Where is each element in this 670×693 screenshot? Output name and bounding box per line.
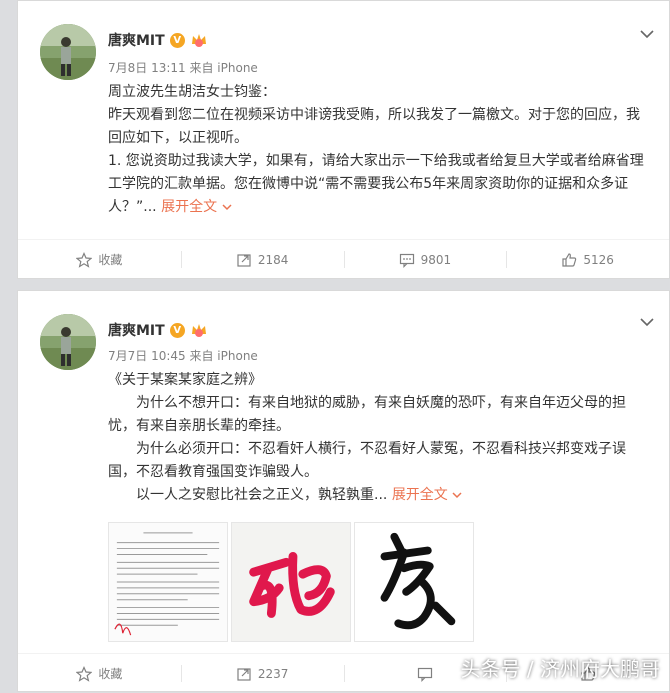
avatar[interactable]	[40, 314, 96, 370]
paragraph: 为什么不想开口：有来自地狱的威胁，有来自妖魔的恐吓，有来自年迈父母的担忧，有来自…	[108, 395, 626, 434]
author-name[interactable]: 唐爽MIT	[108, 320, 165, 340]
verified-badge-icon: V	[169, 322, 185, 338]
author-name-row: 唐爽MIT V	[108, 30, 208, 50]
member-crown-icon[interactable]	[190, 32, 208, 48]
chevron-down-icon[interactable]	[639, 316, 655, 328]
star-icon	[76, 251, 93, 268]
document-thumbnail[interactable]	[108, 522, 228, 642]
expand-label: 展开全文	[391, 487, 448, 503]
repost-icon	[237, 253, 251, 267]
image-grid	[108, 522, 474, 642]
verified-badge-icon: V	[169, 32, 185, 48]
repost-icon	[237, 667, 251, 681]
expand-label: 展开全文	[161, 199, 218, 215]
paragraph: 以一人之安慰比社会之正义，孰轻孰重... 展开全文	[108, 484, 648, 507]
weibo-post-card: 唐爽MIT V 7月7日 10:45 来自 iPhone 《关于某案某家庭之辨》…	[17, 290, 670, 692]
favorite-label: 收藏	[98, 253, 123, 267]
paragraph-text: 以一人之安慰比社会之正义，孰轻孰重	[136, 487, 374, 503]
member-crown-icon[interactable]	[190, 322, 208, 338]
black-calligraphy-thumbnail[interactable]	[354, 522, 474, 642]
paragraph: 为什么必须开口：不忍看奸人横行，不忍看好人蒙冤，不忍看科技兴邦变戏子误国，不忍看…	[108, 441, 626, 480]
avatar-photo	[40, 24, 96, 80]
expand-chevron-icon	[222, 204, 232, 211]
expand-full-text-link[interactable]: 展开全文	[392, 487, 462, 503]
like-button[interactable]: 5126	[506, 240, 669, 279]
red-calligraphy-thumbnail[interactable]	[231, 522, 351, 642]
author-name[interactable]: 唐爽MIT	[108, 30, 165, 50]
ellipsis: ...	[374, 487, 388, 503]
expand-chevron-icon	[452, 492, 462, 499]
repost-count: 2184	[257, 252, 289, 267]
star-icon	[76, 665, 93, 682]
post-meta[interactable]: 7月7日 10:45 来自 iPhone	[108, 347, 258, 364]
comment-icon	[417, 667, 432, 682]
favorite-button[interactable]: 收藏	[18, 654, 181, 693]
comment-count: 9801	[420, 252, 452, 267]
avatar-photo	[40, 314, 96, 370]
expand-full-text-link[interactable]: 展开全文	[161, 199, 232, 215]
comment-icon	[399, 253, 414, 268]
paragraph: 昨天观看到您二位在视频采访中诽谤我受贿，所以我发了一篇檄文。对于您的回应，我回应…	[108, 107, 640, 146]
favorite-button[interactable]: 收藏	[18, 240, 181, 279]
repost-button[interactable]: 2237	[180, 654, 344, 693]
thumbs-up-icon	[562, 252, 577, 267]
paragraph: 周立波先生胡洁女士钧鉴：	[108, 84, 276, 100]
post-text: 《关于某案某家庭之辨》 为什么不想开口：有来自地狱的威胁，有来自妖魔的恐吓，有来…	[108, 369, 648, 507]
comment-button[interactable]: 9801	[343, 240, 507, 279]
weibo-post-card: 唐爽MIT V 7月8日 13:11 来自 iPhone 周立波先生胡洁女士钧鉴…	[17, 0, 670, 279]
like-count: 5126	[583, 252, 614, 267]
repost-button[interactable]: 2184	[180, 240, 344, 279]
post-meta[interactable]: 7月8日 13:11 来自 iPhone	[108, 59, 258, 76]
repost-count: 2237	[257, 666, 289, 681]
avatar[interactable]	[40, 24, 96, 80]
watermark: 头条号 / 济州府大鹏哥	[460, 657, 660, 681]
favorite-label: 收藏	[98, 667, 123, 681]
paragraph: 1. 您说资助过我读大学，如果有，请给大家出示一下给我或者给复旦大学或者给麻省理…	[108, 150, 648, 219]
post-text: 周立波先生胡洁女士钧鉴： 昨天观看到您二位在视频采访中诽谤我受贿，所以我发了一篇…	[108, 81, 648, 219]
ellipsis: ...	[143, 199, 157, 215]
author-name-row: 唐爽MIT V	[108, 320, 208, 340]
paragraph: 《关于某案某家庭之辨》	[108, 372, 262, 388]
action-bar: 收藏 2184 9801 5126	[18, 239, 669, 279]
chevron-down-icon[interactable]	[639, 28, 655, 40]
